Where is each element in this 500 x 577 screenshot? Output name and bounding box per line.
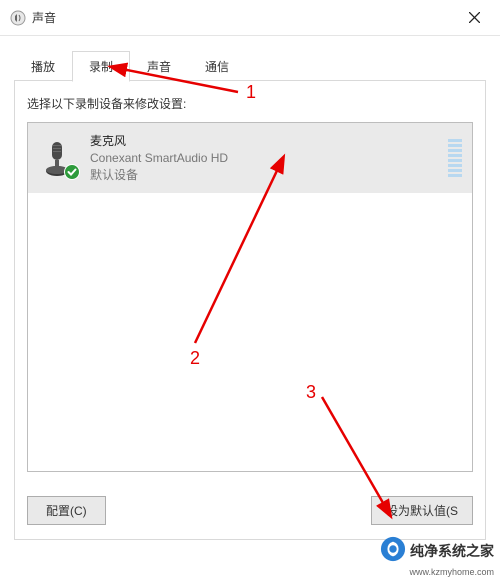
- device-subtitle: Conexant SmartAudio HD: [90, 150, 440, 167]
- window-title: 声音: [32, 9, 56, 26]
- sound-app-icon: [10, 10, 26, 26]
- watermark-url: www.kzmyhome.com: [409, 567, 494, 577]
- configure-button[interactable]: 配置(C): [27, 496, 106, 525]
- tab-recording[interactable]: 录制: [72, 51, 130, 82]
- device-name: 麦克风: [90, 133, 440, 150]
- close-button[interactable]: [454, 4, 494, 32]
- dialog-content: 播放 录制 声音 通信 选择以下录制设备来修改设置:: [0, 36, 500, 540]
- device-texts: 麦克风 Conexant SmartAudio HD 默认设备: [90, 133, 440, 183]
- tab-communications[interactable]: 通信: [188, 51, 246, 81]
- tab-playback[interactable]: 播放: [14, 51, 72, 81]
- watermark: 纯净系统之家 www.kzmyhome.com: [380, 536, 494, 565]
- device-item[interactable]: 麦克风 Conexant SmartAudio HD 默认设备: [28, 123, 472, 193]
- bottom-buttons: 配置(C) 设为默认值(S: [27, 496, 473, 525]
- device-list[interactable]: 麦克风 Conexant SmartAudio HD 默认设备: [27, 122, 473, 472]
- device-status: 默认设备: [90, 167, 440, 184]
- watermark-text: 纯净系统之家: [410, 541, 494, 561]
- tabs: 播放 录制 声音 通信: [14, 50, 486, 81]
- titlebar: 声音: [0, 0, 500, 36]
- watermark-logo-icon: [380, 536, 406, 565]
- set-default-button[interactable]: 设为默认值(S: [371, 496, 473, 525]
- tab-panel: 选择以下录制设备来修改设置:: [14, 80, 486, 540]
- instruction-text: 选择以下录制设备来修改设置:: [27, 95, 473, 112]
- device-icon: [38, 138, 78, 178]
- tab-sounds[interactable]: 声音: [130, 51, 188, 81]
- default-check-icon: [64, 164, 80, 180]
- level-meter: [448, 139, 462, 177]
